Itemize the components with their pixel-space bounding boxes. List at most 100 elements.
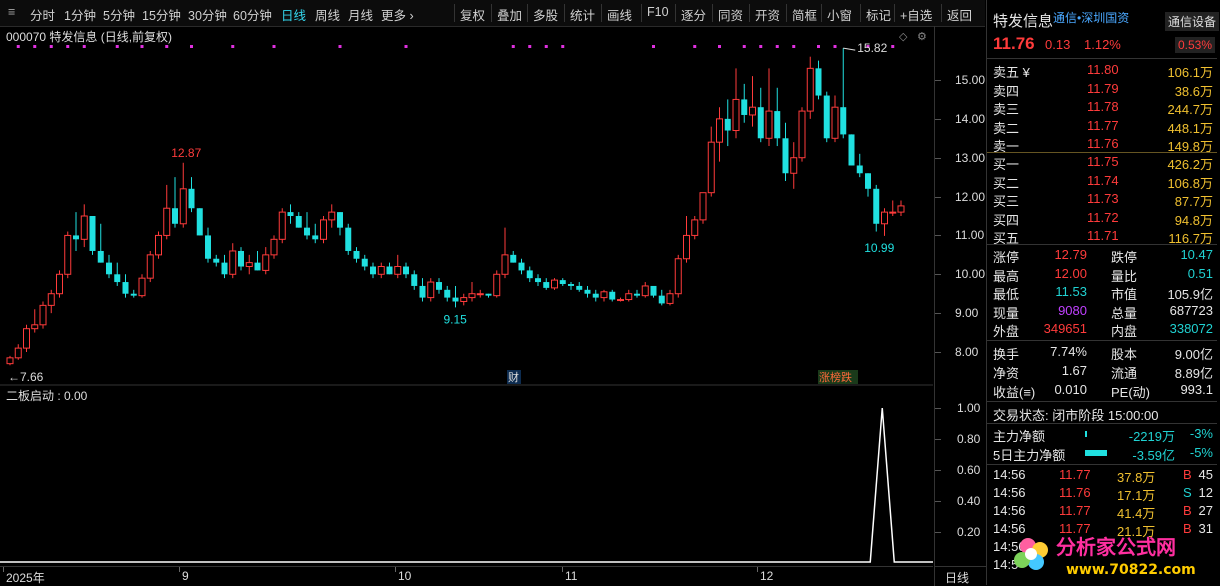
candle — [146, 250, 154, 283]
last-price: 11.76 — [993, 34, 1035, 53]
candle — [163, 184, 171, 240]
finance-marker: 财 — [508, 370, 519, 384]
candle — [370, 262, 376, 279]
watermark-url: www.70822.com — [1066, 562, 1196, 578]
toolbar-action-button[interactable]: 复权 — [460, 5, 485, 24]
candle — [691, 216, 699, 240]
flower-icon — [1014, 538, 1048, 570]
candle — [179, 162, 187, 228]
toolbar-action-button[interactable]: 叠加 — [497, 5, 522, 24]
event-marker — [115, 45, 119, 48]
date-label: 10 — [398, 569, 412, 583]
tick-row: 14:56 11.77 37.8万 B 45 — [993, 467, 1213, 485]
candle — [47, 289, 55, 314]
candle — [848, 134, 855, 166]
toolbar-action-button[interactable]: 标记 — [866, 5, 891, 24]
sector-tags[interactable]: 通信•深圳国资 — [1053, 9, 1129, 26]
toolbar-action-button[interactable]: 开资 — [755, 5, 780, 24]
candle — [229, 243, 237, 279]
stat-row: 换手 7.74% 股本 9.00亿 — [993, 344, 1213, 362]
candle — [39, 301, 47, 329]
menu-icon[interactable]: ≡ — [8, 5, 15, 19]
bids-price: 11.71 — [1087, 228, 1119, 244]
period-tab[interactable]: 60分钟 — [233, 5, 272, 24]
price-annotation: 9.15 — [444, 312, 468, 326]
asks-volume: 106.1万 — [1167, 65, 1213, 80]
candle — [576, 282, 583, 292]
candle — [23, 324, 30, 352]
candle — [617, 297, 624, 302]
watermark-title: 分析家公式网 — [1056, 535, 1176, 559]
candle — [31, 309, 39, 333]
period-tab[interactable]: 周线 — [315, 5, 340, 24]
bids-row: 买三 11.73 87.7万 — [987, 190, 1217, 209]
flow-row: 5日主力净额 -3.59亿 -5% — [993, 445, 1213, 463]
candle — [89, 216, 96, 255]
asks-row: 卖一 11.76 149.8万 — [987, 135, 1217, 154]
period-tab[interactable]: 30分钟 — [188, 5, 227, 24]
candle — [518, 258, 525, 275]
candle — [559, 278, 566, 286]
candle — [641, 282, 649, 298]
indicator-tick: 0.20 — [957, 525, 981, 539]
candle — [724, 99, 731, 147]
candle — [361, 254, 368, 271]
event-marker — [33, 45, 37, 48]
candle — [600, 289, 608, 302]
stat-row: 最低 11.53 市值 105.9亿 — [993, 284, 1213, 303]
date-label: 12 — [760, 569, 774, 583]
date-axis: 2025年 9 10 11 12 — [0, 566, 933, 586]
event-marker — [792, 45, 796, 48]
period-tab[interactable]: 日线 — [281, 5, 306, 24]
sector-name[interactable]: 通信设备 — [1165, 12, 1220, 31]
bids-label: 买四 — [993, 212, 1020, 228]
candle — [452, 285, 459, 308]
toolbar-action-button[interactable]: 逐分 — [681, 5, 706, 24]
candle — [262, 247, 270, 275]
period-tab[interactable]: 5分钟 — [103, 5, 135, 24]
asks-label: 卖五 ¥ — [993, 65, 1030, 80]
toolbar-action-button[interactable]: 多股 — [533, 5, 558, 24]
toolbar-action-button[interactable]: 统计 — [570, 5, 595, 24]
candle — [304, 212, 310, 240]
candle — [674, 254, 682, 298]
period-tab[interactable]: 分时 — [30, 5, 55, 24]
candle — [64, 231, 72, 279]
candle — [543, 278, 550, 290]
toolbar-action-button[interactable]: 同资 — [718, 5, 743, 24]
candlestick-chart[interactable]: 12.87 9.15 15.82 10.99 ←7.66 财 涨榜跌 ◇ ⚙ — [0, 26, 933, 386]
candle — [765, 68, 773, 147]
toolbar-action-button[interactable]: 简框 — [792, 5, 817, 24]
candle — [823, 91, 830, 143]
event-marker — [338, 45, 342, 48]
candle — [865, 173, 871, 197]
stat-row: 外盘 349651 内盘 338072 — [993, 321, 1213, 340]
period-tab[interactable]: 1分钟 — [64, 5, 96, 24]
flow-bar — [1085, 431, 1087, 437]
indicator-chart[interactable] — [0, 400, 933, 565]
tick-row: 14:56 11.77 41.4万 B 27 — [993, 503, 1213, 521]
toolbar-action-button[interactable]: 小窗 — [827, 5, 852, 24]
candle — [468, 282, 476, 302]
period-button[interactable]: 日线 — [934, 566, 986, 586]
price-tick: 12.00 — [955, 189, 986, 204]
candle — [856, 153, 863, 178]
candle — [386, 262, 393, 275]
asks-price: 11.79 — [1087, 80, 1119, 96]
toolbar-action-button[interactable]: +自选 — [900, 5, 932, 24]
candle — [295, 212, 302, 228]
candle — [666, 289, 674, 306]
candle — [394, 254, 402, 279]
period-tab[interactable]: 更多 › — [381, 5, 414, 24]
period-tab[interactable]: 月线 — [348, 5, 373, 24]
toolbar-action-button[interactable]: F10 — [647, 5, 669, 19]
bids-row: 买五 11.71 116.7万 — [987, 227, 1217, 246]
toolbar-action-button[interactable]: 画线 — [607, 5, 632, 24]
event-marker — [544, 45, 548, 48]
stat-row: 现量 9080 总量 687723 — [993, 302, 1213, 321]
price-tick: 8.00 — [955, 345, 979, 359]
candle — [757, 87, 764, 143]
period-tab[interactable]: 15分钟 — [142, 5, 181, 24]
candle — [460, 293, 468, 306]
toolbar-action-button[interactable]: 返回 — [947, 5, 972, 24]
